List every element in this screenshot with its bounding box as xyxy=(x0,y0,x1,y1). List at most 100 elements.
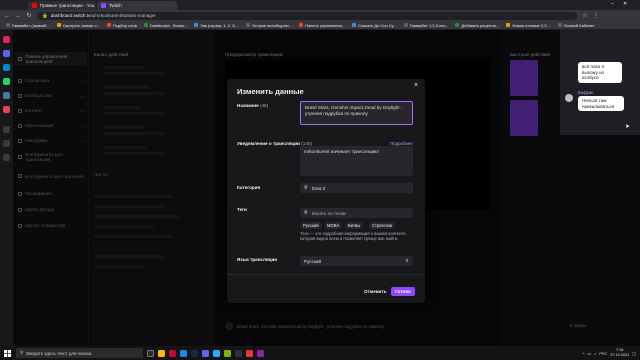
bookmark-icon xyxy=(352,23,357,27)
bookmark-label: Добавить рецептю... xyxy=(461,22,500,28)
store-icon[interactable] xyxy=(180,349,187,357)
bookmark[interactable]: Панель управления... xyxy=(299,23,345,28)
reload-icon[interactable]: ↻ xyxy=(26,12,32,19)
clock-icon[interactable] xyxy=(3,126,10,133)
bookmark-icon xyxy=(557,23,562,27)
title-char-count: (48) xyxy=(259,103,269,108)
bookmark[interactable]: Гаммабит (гаммаб... xyxy=(6,23,50,28)
chat-message: всё пока я выхожу из атобуса xyxy=(578,62,622,83)
tag-chip[interactable]: Русский xyxy=(300,222,322,229)
windows-icon xyxy=(3,349,11,357)
bookmark-label: Гаммабит 1,2,3 сез... xyxy=(409,22,449,28)
settings-icon[interactable] xyxy=(3,154,10,161)
url-input[interactable]: 🔒 dashboard.twitch.tv/u/mrkonkurent/stre… xyxy=(37,11,577,20)
taskbar-search[interactable]: ⚲ Введите здесь текст для поиска xyxy=(16,348,143,358)
forward-icon[interactable]: → xyxy=(15,13,21,19)
instagram-icon[interactable] xyxy=(3,106,10,113)
tab-title: Twitch xyxy=(109,3,122,8)
nvidia-icon[interactable] xyxy=(224,349,231,357)
telegram-icon[interactable] xyxy=(3,64,10,71)
clock[interactable]: 7:16 27.10.2021 xyxy=(610,348,629,357)
address-bar: ← → ↻ 🔒 dashboard.twitch.tv/u/mrkonkuren… xyxy=(0,10,640,21)
bookmark-icon xyxy=(143,23,148,27)
category-label: Категория xyxy=(237,185,261,190)
opera-icon[interactable] xyxy=(3,36,10,43)
vk-icon[interactable] xyxy=(3,92,10,99)
heart-icon[interactable] xyxy=(3,140,10,147)
tags-placeholder: Искать по тегам xyxy=(311,210,346,216)
browser-tab-youtube[interactable]: Прямые трансляции - You xyxy=(28,1,96,10)
bookmark[interactable]: Личный Кабинет xyxy=(557,23,594,28)
bookmark-icon xyxy=(194,23,199,27)
bookmark[interactable]: Скачать До Сон Су... xyxy=(352,23,397,28)
bookmark[interactable]: Смотреть аниме о... xyxy=(56,23,100,28)
app-icon[interactable] xyxy=(257,349,264,357)
bookmark-icon xyxy=(245,23,250,27)
bookmark-label: Новая готовые 2,3 ... xyxy=(512,22,551,28)
bookmark[interactable]: Зак (охраш, 1, 2, 3,... xyxy=(194,23,239,28)
whatsapp-icon[interactable] xyxy=(3,78,10,85)
steam-icon[interactable] xyxy=(191,349,198,357)
app-icon[interactable] xyxy=(246,349,253,357)
bookmark-icon xyxy=(455,23,460,27)
discord-icon[interactable] xyxy=(202,349,209,357)
language-value: Русский xyxy=(304,258,322,264)
telegram-taskbar-icon[interactable] xyxy=(213,349,220,357)
tag-chip[interactable]: MOBA xyxy=(324,222,343,229)
chevron-updown-icon: ⇕ xyxy=(405,258,409,263)
obs-icon[interactable] xyxy=(235,349,242,357)
notifications-icon[interactable]: ▢ xyxy=(632,351,636,356)
star-icon[interactable]: ☆ xyxy=(582,12,588,19)
url-domain: dashboard.twitch.tv xyxy=(50,13,91,18)
bookmark[interactable]: Добавить рецептю... xyxy=(455,23,499,28)
windows-taskbar: ⚲ Введите здесь текст для поиска ^ ▭ ♪ Р… xyxy=(0,346,640,360)
task-view-icon[interactable] xyxy=(147,349,154,357)
bookmark-label: Панель управления... xyxy=(305,22,346,28)
close-window-icon[interactable]: ✕ xyxy=(623,1,627,7)
language-indicator[interactable]: РУС xyxy=(599,351,607,356)
minimize-icon[interactable]: – xyxy=(611,1,614,7)
send-icon[interactable]: ➤ xyxy=(625,123,630,130)
modal-title: Изменить данные xyxy=(237,87,304,96)
category-input[interactable]: ⚲ Dota 2 xyxy=(300,183,413,193)
bookmark[interactable]: Подбор слов xyxy=(106,22,137,28)
tag-chip[interactable]: Стратегии xyxy=(369,222,395,229)
bookmark[interactable]: Новая готовые 2,3 ... xyxy=(506,23,551,28)
volume-icon[interactable]: ♪ xyxy=(594,351,596,356)
tags-search-input[interactable]: ⚲ Искать по тегам xyxy=(300,208,413,218)
opera-taskbar-icon[interactable] xyxy=(169,349,176,357)
network-icon[interactable]: ▭ xyxy=(587,351,591,356)
bookmark-icon xyxy=(56,23,61,27)
title-label: Название (48) xyxy=(237,103,268,108)
done-button[interactable]: Готово xyxy=(391,287,415,296)
browser-tab-twitch[interactable]: Twitch xyxy=(97,1,177,10)
language-label: Язык трансляции xyxy=(237,257,278,262)
chevron-up-icon[interactable]: ^ xyxy=(583,351,585,356)
bookmark-icon xyxy=(106,23,111,27)
bookmark[interactable]: Гаммабит 1,2,3 сез... xyxy=(403,22,449,28)
title-input[interactable]: Brawl Stars, Genshin Impact,Dead by Dayl… xyxy=(300,101,413,125)
bookmark-label: Подбор слов xyxy=(112,22,137,28)
start-button[interactable] xyxy=(0,346,14,360)
chat-username: Бафран xyxy=(578,90,594,95)
bookmark-icon xyxy=(403,23,408,27)
bookmark[interactable]: Острые всеобщрны... xyxy=(245,23,292,28)
tag-chip[interactable]: Битвы xyxy=(345,222,364,229)
language-select[interactable]: Русский ⇕ xyxy=(300,256,413,266)
youtube-icon xyxy=(32,3,37,8)
tags-help-text: Теги — это подробная информация о вашем … xyxy=(300,231,407,242)
messenger-icon[interactable] xyxy=(3,50,10,57)
title-label-text: Название xyxy=(237,103,259,108)
bookmark-label: Гаммабит (гаммаб... xyxy=(12,22,50,28)
search-icon: ⚲ xyxy=(304,185,308,191)
url-path: /u/mrkonkurent/stream-manager xyxy=(90,13,156,18)
file-explorer-icon[interactable] xyxy=(158,349,165,357)
opera-sidebar xyxy=(0,30,13,346)
bookmark-icon xyxy=(299,23,304,27)
notification-input[interactable]: mrkonkurent начинает трансляцию! xyxy=(300,146,413,176)
cancel-button[interactable]: Отменить xyxy=(360,287,390,296)
bookmark[interactable]: Dashboard - Books... xyxy=(143,23,187,28)
close-icon[interactable]: × xyxy=(414,82,418,89)
back-icon[interactable]: ← xyxy=(4,13,10,19)
menu-icon[interactable]: ⋮ xyxy=(593,12,599,19)
